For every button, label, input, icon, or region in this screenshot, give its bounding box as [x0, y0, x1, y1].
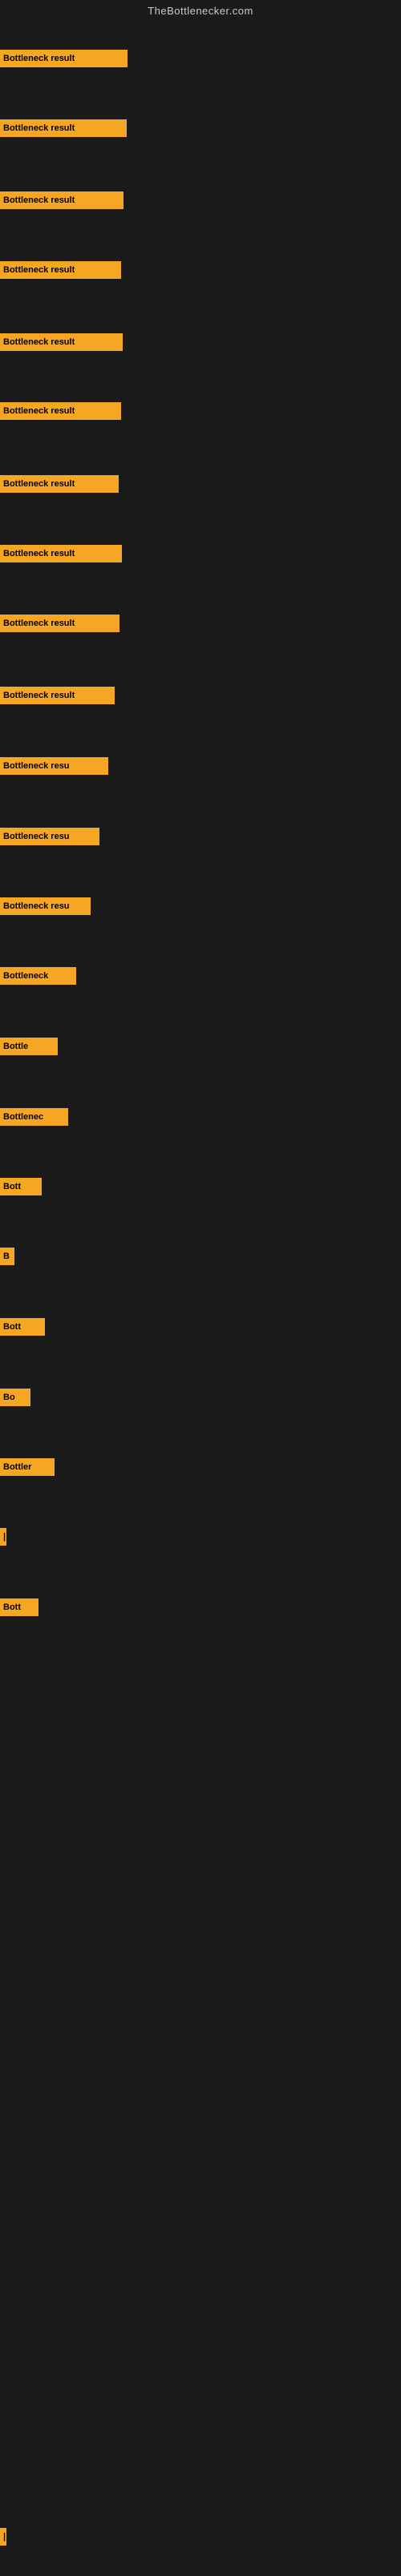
- bottleneck-result-bar: Bottleneck result: [0, 119, 127, 137]
- bar-row: B: [0, 1248, 14, 1265]
- bottleneck-result-bar: Bottleneck resu: [0, 757, 108, 775]
- bottleneck-result-bar: Bottle: [0, 1038, 58, 1055]
- bar-row: Bottle: [0, 1038, 58, 1055]
- bar-row: Bottleneck result: [0, 119, 127, 137]
- bar-row: Bottleneck result: [0, 545, 122, 562]
- bar-row: Bottleneck result: [0, 687, 115, 704]
- bottleneck-result-bar: Bottleneck result: [0, 687, 115, 704]
- bottleneck-result-bar: B: [0, 1248, 14, 1265]
- bar-row: Bo: [0, 1389, 30, 1406]
- bottleneck-result-bar: Bottleneck result: [0, 475, 119, 493]
- bottleneck-result-bar: Bottleneck result: [0, 615, 119, 632]
- bottleneck-result-bar: |: [0, 2528, 6, 2546]
- bottleneck-result-bar: Bottleneck result: [0, 50, 128, 67]
- bar-row: Bottleneck result: [0, 333, 123, 351]
- bottleneck-result-bar: Bottleneck: [0, 967, 76, 985]
- bar-row: |: [0, 1528, 6, 1546]
- bar-row: Bottler: [0, 1458, 55, 1476]
- bar-row: Bott: [0, 1178, 42, 1195]
- bottleneck-result-bar: |: [0, 1528, 6, 1546]
- bar-row: Bottleneck result: [0, 261, 121, 279]
- bottleneck-result-bar: Bottleneck result: [0, 545, 122, 562]
- bar-row: Bottleneck result: [0, 50, 128, 67]
- bottleneck-result-bar: Bottleneck result: [0, 261, 121, 279]
- bottleneck-result-bar: Bo: [0, 1389, 30, 1406]
- bar-row: Bott: [0, 1318, 45, 1336]
- bottleneck-result-bar: Bottleneck result: [0, 191, 124, 209]
- bottleneck-result-bar: Bottler: [0, 1458, 55, 1476]
- bottleneck-result-bar: Bottleneck resu: [0, 828, 99, 845]
- bottleneck-result-bar: Bottleneck resu: [0, 897, 91, 915]
- site-title: TheBottlenecker.com: [0, 0, 401, 20]
- bottleneck-result-bar: Bott: [0, 1178, 42, 1195]
- bar-row: Bottleneck: [0, 967, 76, 985]
- bottleneck-result-bar: Bottlenec: [0, 1108, 68, 1126]
- bottleneck-result-bar: Bott: [0, 1318, 45, 1336]
- bar-row: Bottleneck resu: [0, 757, 108, 775]
- bar-row: Bottleneck resu: [0, 828, 99, 845]
- bar-row: Bott: [0, 1598, 38, 1616]
- bar-row: |: [0, 2528, 6, 2546]
- bar-row: Bottleneck result: [0, 402, 121, 420]
- bar-row: Bottleneck resu: [0, 897, 91, 915]
- bar-row: Bottleneck result: [0, 475, 119, 493]
- bottleneck-result-bar: Bottleneck result: [0, 333, 123, 351]
- bottleneck-result-bar: Bott: [0, 1598, 38, 1616]
- bar-row: Bottlenec: [0, 1108, 68, 1126]
- bar-row: Bottleneck result: [0, 191, 124, 209]
- bar-row: Bottleneck result: [0, 615, 119, 632]
- bottleneck-result-bar: Bottleneck result: [0, 402, 121, 420]
